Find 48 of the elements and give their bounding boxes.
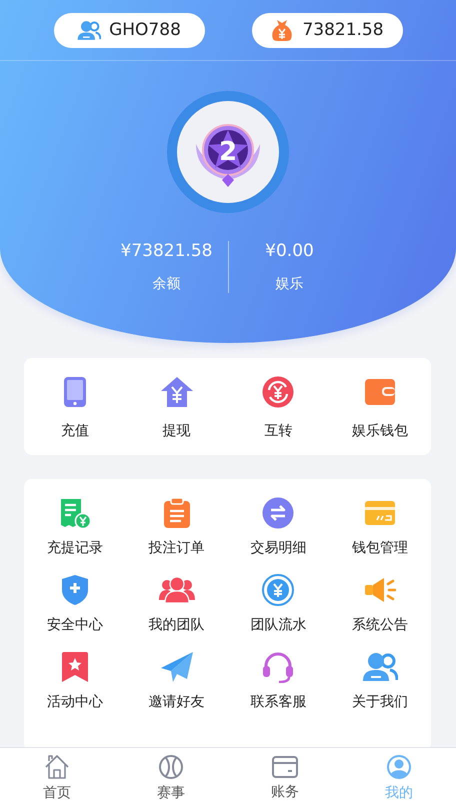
menu-item[interactable]: 团队流水	[228, 574, 330, 634]
tab[interactable]: 赛事	[114, 748, 228, 807]
yen-coin-icon	[262, 574, 294, 606]
yen-house-icon	[160, 376, 194, 408]
yen-exchange-icon	[262, 376, 294, 408]
menu-item[interactable]: 充值	[24, 376, 126, 440]
shield-icon	[60, 574, 89, 606]
wallet-label: 余额	[152, 275, 180, 293]
card-icon	[271, 754, 299, 778]
menu-item[interactable]: 充提记录	[24, 497, 126, 557]
menu-item[interactable]: 互转	[228, 376, 330, 440]
menu-item[interactable]: 活动中心	[24, 651, 126, 711]
user-icon	[386, 754, 412, 780]
menu-item[interactable]: 提现	[126, 376, 228, 440]
tab[interactable]: 首页	[0, 748, 114, 807]
bookmark-star-icon	[60, 651, 89, 683]
username: GHO788	[109, 20, 181, 40]
balance: 73821.58	[302, 20, 384, 40]
menu-item[interactable]: 钱包管理	[329, 497, 431, 557]
wallet-label: 娱乐	[276, 275, 304, 293]
menu-item[interactable]: 交易明细	[228, 497, 330, 557]
wallet-icon	[364, 378, 396, 406]
user-icon	[77, 20, 102, 40]
exchange-icon	[262, 497, 294, 529]
menu-item[interactable]: 娱乐钱包	[329, 376, 431, 440]
paper-plane-icon	[160, 651, 194, 683]
money-bag-icon	[270, 18, 294, 42]
wallet-amount: ¥73821.58	[120, 241, 212, 261]
menu-item[interactable]: 我的团队	[126, 574, 228, 634]
menu-item[interactable]: 关于我们	[329, 651, 431, 711]
headset-icon	[262, 651, 294, 683]
users-icon	[362, 652, 398, 682]
menu-item[interactable]: 安全中心	[24, 574, 126, 634]
menu-item[interactable]: 系统公告	[329, 574, 431, 634]
level-number: 2	[218, 137, 238, 167]
receipt-icon	[58, 497, 91, 529]
tab[interactable]: 账务	[228, 748, 342, 807]
megaphone-icon	[364, 576, 396, 604]
clipboard-icon	[162, 497, 191, 529]
ball-icon	[158, 754, 184, 780]
home-icon	[44, 754, 70, 780]
menu-item[interactable]: 邀请好友	[126, 651, 228, 711]
menu-item[interactable]: 联系客服	[228, 651, 330, 711]
phone-icon	[62, 376, 87, 408]
menu-item[interactable]: 投注订单	[126, 497, 228, 557]
wallet-amount: ¥0.00	[265, 241, 314, 261]
bank-card-icon	[364, 500, 396, 526]
group-icon	[158, 576, 195, 604]
